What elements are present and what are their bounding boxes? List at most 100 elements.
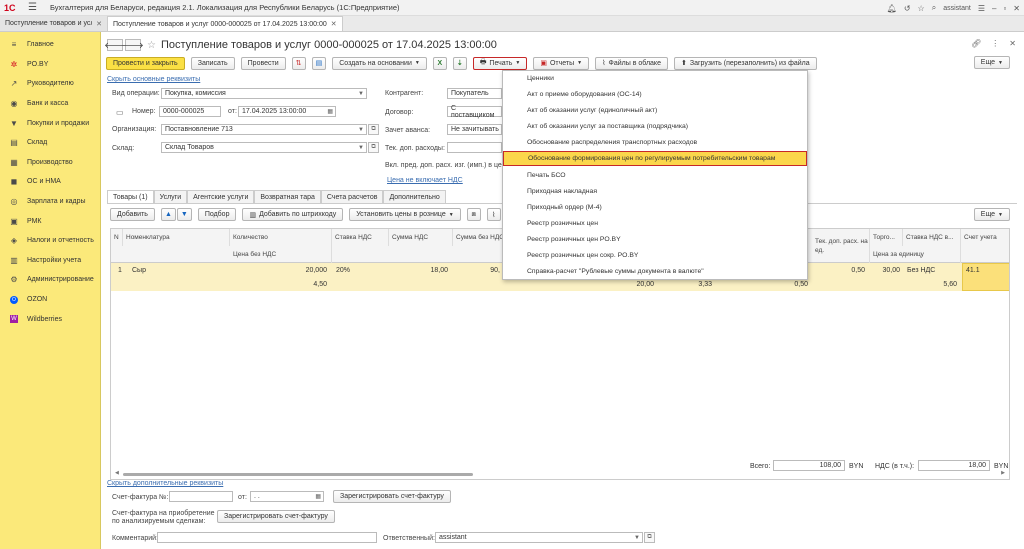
settings-menu-icon[interactable]: ☰: [978, 4, 985, 13]
table-attach-button[interactable]: ⌇: [486, 208, 501, 221]
dt-kt-button[interactable]: ⇅: [291, 56, 306, 70]
col-price-per-unit[interactable]: Цена за единицу: [870, 246, 961, 263]
sidebar-item-admin[interactable]: ⚙ Администрирование: [0, 270, 100, 290]
comment-input[interactable]: [157, 532, 377, 543]
sidebar-item-poby[interactable]: ✲ PO.BY: [0, 55, 100, 75]
post-button[interactable]: Провести: [240, 56, 286, 70]
horizontal-scrollbar[interactable]: ◀ ▶: [115, 470, 1005, 477]
cell-extra-per-unit[interactable]: 0,50: [812, 263, 868, 277]
cell-trade-vat[interactable]: Без НДС: [904, 263, 938, 277]
op-type-select[interactable]: Покупка, комиссия ▼: [161, 88, 367, 99]
price-vat-link[interactable]: Цена не включает НДС: [387, 177, 463, 184]
calendar-icon[interactable]: ▦: [315, 493, 321, 500]
sidebar-item-manager[interactable]: ↗ Руководителю: [0, 74, 100, 94]
cell-account[interactable]: 41.1: [962, 263, 1009, 291]
upload-from-file-button[interactable]: ⬆ Загрузить (перезаполнить) из файла: [673, 56, 817, 70]
tab-receipts-list[interactable]: Поступление товаров и услуг ✕: [0, 16, 108, 31]
favorite-star-icon[interactable]: ☆: [147, 40, 156, 51]
print-menu-item-price-tags[interactable]: Ценники: [503, 71, 807, 86]
cell-qty[interactable]: 20,000: [230, 263, 330, 277]
upload-excel-button[interactable]: ⇣: [452, 56, 467, 70]
pick-button[interactable]: Подбор: [197, 208, 237, 221]
maximize-icon[interactable]: ▫: [1003, 4, 1006, 13]
invoice-date-input[interactable]: . . ▦: [250, 491, 324, 502]
cell-price[interactable]: 4,50: [230, 277, 330, 291]
open-warehouse-button[interactable]: ⧉: [368, 142, 379, 153]
open-org-button[interactable]: ⧉: [368, 124, 379, 135]
print-button[interactable]: 🖶 Печать ▼: [472, 56, 528, 70]
more-button[interactable]: Еще ▼: [973, 56, 1010, 69]
col-vat-rate[interactable]: Ставка НДС: [332, 229, 389, 246]
sidebar-item-taxes[interactable]: ◈ Налоги и отчетность: [0, 231, 100, 251]
sidebar-item-main[interactable]: ≡ Главное: [0, 35, 100, 55]
close-form-icon[interactable]: ✕: [1009, 39, 1016, 48]
reports-button[interactable]: ▣ Отчеты ▼: [533, 56, 590, 70]
excel-button[interactable]: X: [432, 56, 447, 70]
col-qty[interactable]: Количество: [230, 229, 332, 246]
print-menu-item-receipt-invoice[interactable]: Приходная накладная: [503, 184, 807, 199]
print-menu-item-services-act[interactable]: Акт об оказании услуг (единоличный акт): [503, 103, 807, 118]
history-icon[interactable]: ↺: [904, 4, 911, 13]
col-price[interactable]: Цена без НДС: [230, 246, 332, 263]
col-trade[interactable]: Торго...: [870, 229, 903, 246]
set-retail-prices-button[interactable]: Установить цены в рознице ▼: [349, 208, 461, 221]
col-n[interactable]: N: [111, 229, 123, 246]
subtab-goods[interactable]: Товары (1): [107, 190, 154, 203]
add-by-barcode-button[interactable]: ▥ Добавить по штрихкоду: [242, 208, 344, 221]
number-edit-icon[interactable]: ▭: [116, 108, 124, 117]
date-input[interactable]: 17.04.2025 13:00:00 ▦: [238, 106, 336, 117]
cell-vat-rate[interactable]: 20%: [333, 263, 353, 277]
subtab-settlement-accounts[interactable]: Счета расчетов: [320, 190, 384, 203]
register-invoice-button[interactable]: Зарегистрировать счет-фактуру: [333, 490, 451, 503]
scrollbar-thumb[interactable]: [123, 473, 473, 476]
print-menu-item-services-act-supplier[interactable]: Акт об оказании услуг за поставщика (под…: [503, 119, 807, 134]
main-menu-icon[interactable]: ☰: [28, 2, 40, 13]
print-menu-item-retail-prices-short-poby[interactable]: Реестр розничных цен сокр. PO.BY: [503, 248, 807, 263]
close-icon[interactable]: ✕: [331, 20, 337, 28]
sidebar-item-wildberries[interactable]: W Wildberries: [0, 309, 100, 329]
org-select[interactable]: Поставновление 713 ▼: [161, 124, 367, 135]
sidebar-item-purchases[interactable]: ▼ Покупки и продажи: [0, 113, 100, 133]
responsible-select[interactable]: assistant ▼: [435, 532, 643, 543]
close-icon[interactable]: ✕: [1013, 4, 1020, 13]
sidebar-item-assets[interactable]: ◼ ОС и НМА: [0, 172, 100, 192]
col-extra-per-unit[interactable]: Тек. доп. расх. на ед.: [812, 229, 870, 263]
print-menu-item-bso[interactable]: Печать БСО: [503, 168, 807, 183]
cell-trade[interactable]: 30,00: [870, 263, 903, 277]
hide-extra-details-link[interactable]: Скрыть дополнительные реквизиты: [107, 480, 223, 487]
sidebar-item-ozon[interactable]: O OZON: [0, 290, 100, 310]
advance-select[interactable]: Не зачитывать: [447, 124, 502, 135]
cell-item[interactable]: Сыр: [129, 263, 149, 277]
link-icon[interactable]: 🔗︎: [971, 39, 981, 48]
sidebar-item-accounting-settings[interactable]: ▥ Настройки учета: [0, 251, 100, 271]
create-based-on-button[interactable]: Создать на основании ▼: [332, 56, 427, 70]
table-more-button[interactable]: Еще ▼: [973, 208, 1010, 221]
bell-icon[interactable]: 🔔︎: [887, 4, 897, 13]
register-purchase-invoice-button[interactable]: Зарегистрировать счет-фактуру: [217, 510, 335, 523]
col-sum-no-vat[interactable]: Сумма без НДС: [453, 229, 503, 246]
warehouse-select[interactable]: Склад Товаров ▼: [161, 142, 367, 153]
open-responsible-button[interactable]: ⧉: [644, 532, 655, 543]
cloud-files-button[interactable]: ⌇ Файлы в облаке: [595, 56, 668, 70]
hide-main-details-link[interactable]: Скрыть основные реквизиты: [107, 76, 200, 83]
cell-trade-vat-2[interactable]: 5,60: [903, 277, 960, 291]
close-icon[interactable]: ✕: [96, 20, 102, 28]
subtab-agent-services[interactable]: Агентские услуги: [187, 190, 255, 203]
subtab-returnable-packaging[interactable]: Возвратная тара: [254, 190, 321, 203]
print-menu-item-regulated-prices[interactable]: Обоснование формирования цен по регулиру…: [503, 151, 807, 166]
cell-vat-sum[interactable]: 18,00: [389, 263, 451, 277]
contract-select[interactable]: С поставщиком: [447, 105, 502, 119]
col-vat-sum[interactable]: Сумма НДС: [389, 229, 453, 246]
table-tools-button[interactable]: ⧈: [466, 208, 481, 221]
scroll-right-icon[interactable]: ▶: [1001, 470, 1005, 476]
print-menu-item-m4[interactable]: Приходный ордер (М-4): [503, 200, 807, 215]
post-and-close-button[interactable]: Провести и закрыть: [106, 56, 185, 70]
col-item[interactable]: Номенклатура: [123, 229, 230, 246]
forward-button[interactable]: 🡒: [122, 39, 144, 51]
print-menu-item-os14[interactable]: Акт о приеме оборудования (ОС-14): [503, 87, 807, 102]
minimize-icon[interactable]: –: [992, 4, 996, 13]
print-menu-item-transport-expenses[interactable]: Обоснование распределения транспортных р…: [503, 135, 807, 150]
sidebar-item-bank[interactable]: ◉ Банк и касса: [0, 94, 100, 114]
subtab-additional[interactable]: Дополнительно: [383, 190, 446, 203]
more-vertical-icon[interactable]: ⋮: [991, 39, 999, 48]
